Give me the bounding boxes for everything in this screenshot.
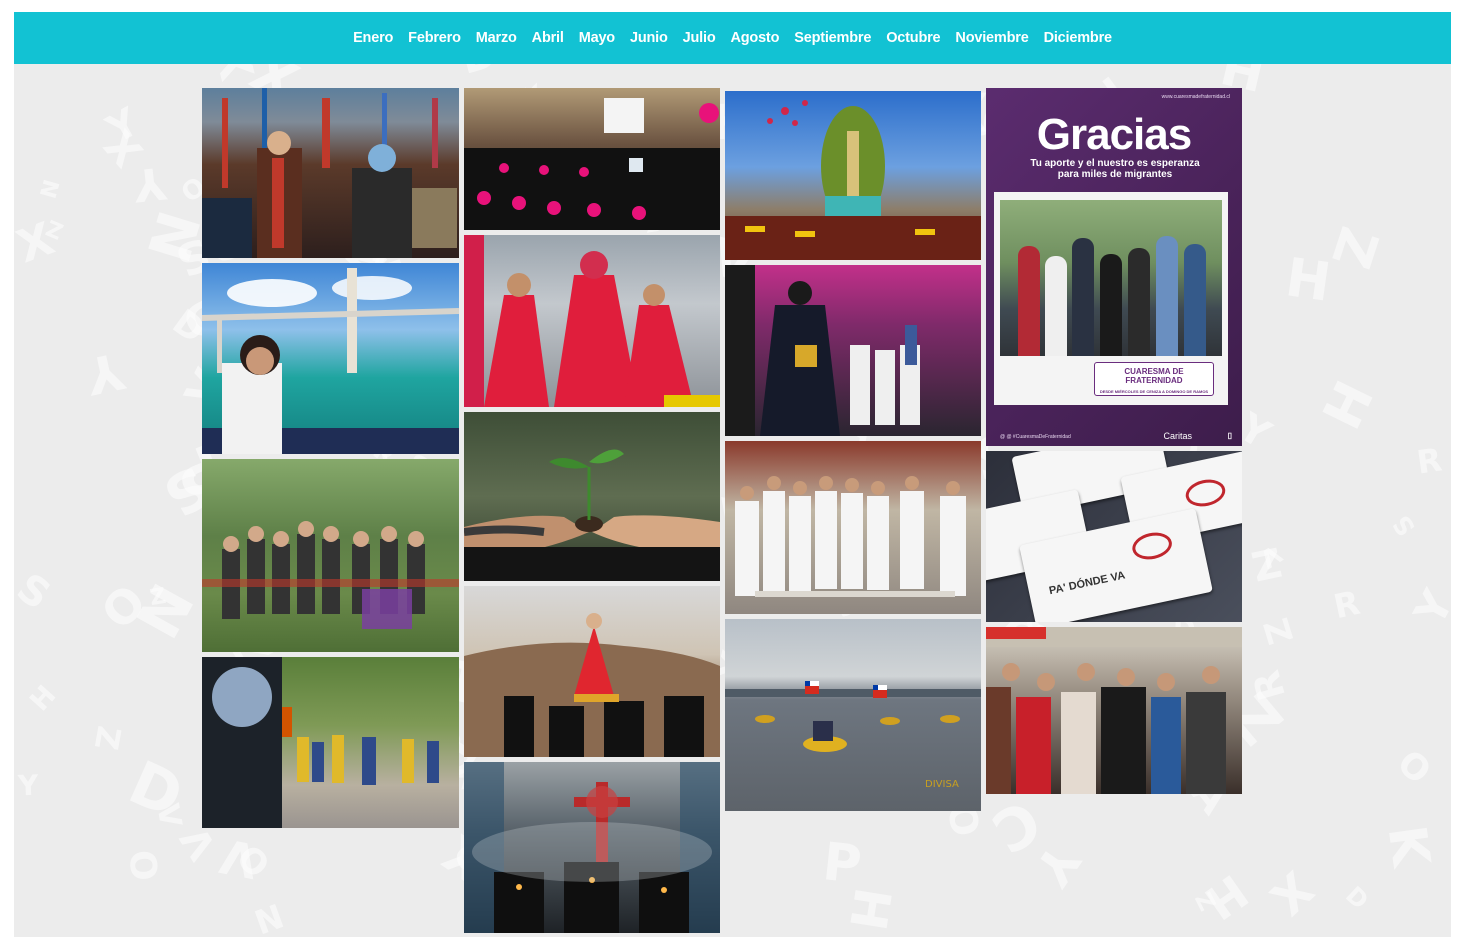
photo-girl-bridge[interactable] xyxy=(202,263,459,454)
card-text: PA' DÓNDE VA xyxy=(1048,569,1127,598)
photo-palm-float-art xyxy=(725,100,981,260)
poster-social-handles: @ @ #CuaresmaDeFraternidad xyxy=(1000,434,1071,440)
photo-priests-gathering[interactable] xyxy=(725,441,981,614)
photo-red-dancers-art xyxy=(464,235,720,407)
photo-cross-incense-art xyxy=(464,762,720,933)
photo-saint-statue-procession-art xyxy=(464,613,720,757)
photo-girl-bridge-art xyxy=(202,268,459,454)
nav-month-noviembre[interactable]: Noviembre xyxy=(955,30,1028,46)
poster-title: Gracias xyxy=(1036,110,1192,159)
photo-red-dancers[interactable] xyxy=(464,235,720,407)
nav-month-octubre[interactable]: Octubre xyxy=(886,30,940,46)
photo-palm-float[interactable] xyxy=(725,91,981,260)
photo-tree-planting[interactable] xyxy=(202,459,459,652)
poster-group-photo-image xyxy=(1000,200,1222,356)
nav-month-julio[interactable]: Julio xyxy=(683,30,716,46)
poster-subtitle-line1: Tu aporte y el nuestro es esperanza xyxy=(1030,158,1200,169)
nav-month-diciembre[interactable]: Diciembre xyxy=(1044,30,1113,46)
nav-month-abril[interactable]: Abril xyxy=(532,30,564,46)
nav-month-junio[interactable]: Junio xyxy=(630,30,668,46)
photo-cross-incense[interactable] xyxy=(464,762,720,933)
photo-street-festival-art xyxy=(202,657,439,828)
photo-hands-seedling-art xyxy=(464,449,720,581)
photo-procession-ribbons-art xyxy=(202,88,457,258)
photo-priests-gathering-art xyxy=(735,476,966,597)
nav-month-agosto[interactable]: Agosto xyxy=(730,30,779,46)
poster-label-small: DESDE MIÉRCOLES DE CENIZA A DOMINGO DE R… xyxy=(1099,389,1209,394)
poster-subtitle: Tu aporte y el nuestro es esperanza para… xyxy=(1011,158,1219,180)
poster-subtitle-line2: para miles de migrantes xyxy=(1057,169,1173,180)
photo-migrants-crowd-art xyxy=(986,627,1242,794)
poster-campaign-label: CUARESMA DE FRATERNIDAD DESDE MIÉRCOLES … xyxy=(1094,362,1214,396)
poster-label-main: CUARESMA DE FRATERNIDAD xyxy=(1124,367,1184,385)
photo-pa-donde-va-cards[interactable]: PA' DÓNDE VA xyxy=(986,451,1242,622)
nav-month-enero[interactable]: Enero xyxy=(353,30,393,46)
photo-saint-statue-procession[interactable] xyxy=(464,586,720,757)
photo-night-mass[interactable] xyxy=(725,265,981,436)
photo-boats-lake-art: DIVISA xyxy=(725,681,981,790)
boats-watermark-text: DIVISA xyxy=(925,779,959,790)
month-menu: Enero Febrero Marzo Abril Mayo Junio Julio Agos… xyxy=(353,30,1112,46)
month-navbar: Enero Febrero Marzo Abril Mayo Junio Julio Agos… xyxy=(14,12,1451,64)
poster-gracias[interactable]: www.cuaresmadefraternidad.cl Gracias Tu … xyxy=(986,88,1242,446)
photo-night-mass-art xyxy=(725,265,920,436)
poster-url: www.cuaresmadefraternidad.cl xyxy=(1161,94,1230,100)
photo-tree-planting-art xyxy=(202,521,459,629)
nav-month-septiembre[interactable]: Septiembre xyxy=(794,30,871,46)
photo-migrants-crowd[interactable] xyxy=(986,627,1242,794)
nav-month-febrero[interactable]: Febrero xyxy=(408,30,461,46)
photo-bishops-assembly-art xyxy=(464,98,720,230)
nav-month-mayo[interactable]: Mayo xyxy=(579,30,615,46)
photo-gallery: DIVISA www.cuaresmadefraternidad.cl Grac… xyxy=(0,0,1463,937)
photo-bishops-assembly[interactable] xyxy=(464,88,720,230)
caritas-logo: Caritas xyxy=(1163,431,1192,441)
poster-group-photo: CUARESMA DE FRATERNIDAD DESDE MIÉRCOLES … xyxy=(994,192,1228,405)
poster-secondary-logo: ▯ xyxy=(1227,431,1232,440)
photo-hands-seedling[interactable] xyxy=(464,412,720,581)
nav-month-marzo[interactable]: Marzo xyxy=(476,30,517,46)
photo-street-festival[interactable] xyxy=(202,657,459,828)
photo-procession-ribbons[interactable] xyxy=(202,88,459,258)
photo-boats-lake[interactable]: DIVISA xyxy=(725,619,981,811)
